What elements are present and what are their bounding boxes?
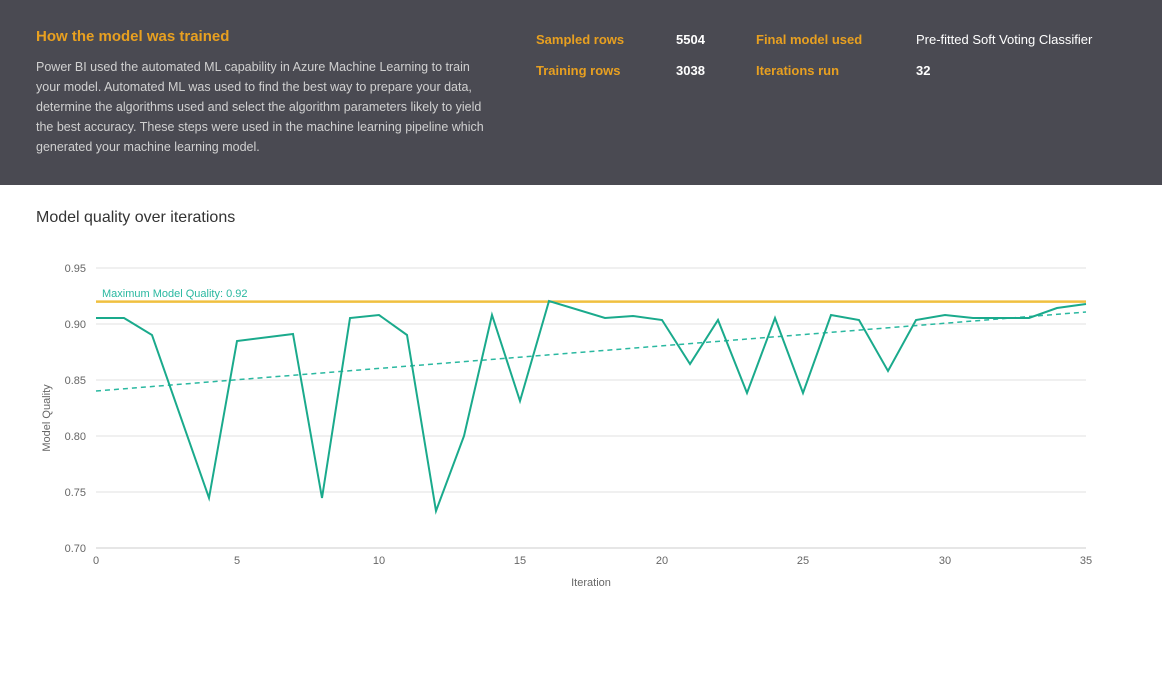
svg-text:30: 30 — [939, 555, 951, 567]
sampled-rows-row: Sampled rows 5504 Final model used Pre-f… — [536, 32, 1092, 47]
training-rows-row: Training rows 3038 Iterations run 32 — [536, 63, 1092, 78]
svg-text:5: 5 — [234, 555, 240, 567]
training-rows-value: 3038 — [676, 63, 756, 78]
svg-text:0.85: 0.85 — [65, 375, 86, 387]
svg-text:0.80: 0.80 — [65, 431, 86, 443]
chart-title: Model quality over iterations — [36, 209, 1126, 227]
sampled-rows-value: 5504 — [676, 32, 756, 47]
svg-text:0.90: 0.90 — [65, 319, 86, 331]
iterations-label: Iterations run — [756, 63, 916, 78]
chart-container: 0.95 0.90 0.85 0.80 0.75 0.70 Model Qual… — [36, 243, 1116, 623]
chart-svg: 0.95 0.90 0.85 0.80 0.75 0.70 Model Qual… — [36, 243, 1116, 623]
sampled-rows-label: Sampled rows — [536, 32, 676, 47]
svg-text:20: 20 — [656, 555, 668, 567]
stats-block: Sampled rows 5504 Final model used Pre-f… — [536, 28, 1092, 78]
final-model-value: Pre-fitted Soft Voting Classifier — [916, 32, 1092, 47]
final-model-label: Final model used — [756, 32, 916, 47]
iterations-value: 32 — [916, 63, 930, 78]
panel-title: How the model was trained — [36, 28, 496, 45]
svg-text:10: 10 — [373, 555, 385, 567]
x-axis-label: Iteration — [571, 577, 611, 589]
svg-text:0.75: 0.75 — [65, 487, 86, 499]
chart-panel: Model quality over iterations 0.95 0.90 — [0, 185, 1162, 643]
quality-line — [96, 301, 1086, 511]
training-rows-label: Training rows — [536, 63, 676, 78]
svg-text:0: 0 — [93, 555, 99, 567]
y-axis-label: Model Quality — [41, 384, 53, 452]
svg-text:25: 25 — [797, 555, 809, 567]
description-block: How the model was trained Power BI used … — [36, 28, 496, 157]
svg-text:0.70: 0.70 — [65, 543, 86, 555]
max-quality-label: Maximum Model Quality: 0.92 — [102, 288, 248, 300]
panel-description: Power BI used the automated ML capabilit… — [36, 57, 496, 157]
svg-text:0.95: 0.95 — [65, 263, 86, 275]
svg-text:15: 15 — [514, 555, 526, 567]
top-panel: How the model was trained Power BI used … — [0, 0, 1162, 185]
svg-text:35: 35 — [1080, 555, 1092, 567]
